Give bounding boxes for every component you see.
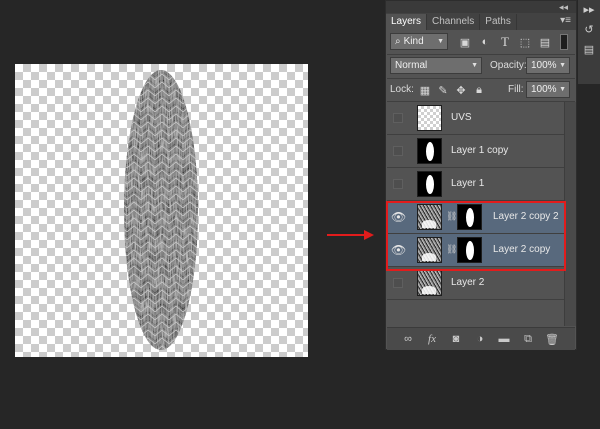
filter-kind-select[interactable]: ⌕ Kind ▼ [390,33,448,50]
layers-panel: ◂◂ Layers Channels Paths ▾≡ ⌕ Kind ▼ ▣ ◐… [385,0,577,350]
adjustment-filter-icon[interactable]: ◐ [478,35,492,49]
layer-thumbnail [417,105,442,131]
new-layer-icon[interactable]: ⧉ [521,332,535,346]
layer-row[interactable]: 👁︎ ⛓︎ Layer 2 copy 2 [387,201,564,234]
tab-channels[interactable]: Channels [427,14,481,30]
layer-thumbnail [417,270,442,296]
layer-name: Layer 2 copy 2 [493,211,559,222]
opacity-label: Opacity: [490,60,527,71]
canvas-document[interactable] [15,64,308,357]
layer-row[interactable]: Layer 1 copy [387,135,564,168]
smart-object-filter-icon[interactable]: ▤ [538,35,552,49]
image-filter-icon[interactable]: ▣ [458,35,472,49]
visibility-toggle[interactable] [393,113,403,123]
lock-row: Lock: ▦ ✎ ✥ 🔒︎ Fill: 100% ▼ [386,80,576,100]
panel-title-bar: ◂◂ [386,1,576,13]
layers-bottom-toolbar: ∞ fx ◙ ◑ ▬ ⧉ 🗑︎ [387,327,575,350]
fill-input[interactable]: 100% ▼ [526,81,570,98]
visibility-toggle[interactable] [393,146,403,156]
panel-tabs: Layers Channels Paths ▾≡ [386,13,576,30]
layers-list: UVS Layer 1 copy Layer 1 👁︎ ⛓︎ Layer 2 c… [387,102,564,326]
red-arrow-icon [327,230,374,240]
history-icon[interactable]: ↺ [582,22,596,36]
opacity-input[interactable]: 100% ▼ [526,57,570,74]
visibility-toggle[interactable] [393,179,403,189]
chevron-down-icon: ▼ [437,38,444,45]
collapsed-panel-strip: ▸▸ ↺ ▤ [578,0,600,84]
fx-icon[interactable]: fx [425,332,439,346]
chain-link-icon[interactable]: ⛓︎ [446,211,457,222]
layer-name: UVS [451,112,472,123]
adjustment-layer-icon[interactable]: ◑ [473,332,487,346]
layer-row[interactable]: Layer 2 [387,267,564,300]
layer-thumbnail [417,171,442,197]
layer-name: Layer 1 [451,178,485,189]
double-chevron-icon[interactable]: ◂◂ [559,1,568,13]
new-group-icon[interactable]: ▬ [497,332,511,346]
opacity-value: 100% [531,60,557,71]
chain-link-icon[interactable]: ⛓︎ [446,244,457,255]
layer-name: Layer 1 copy [451,145,509,156]
chevron-down-icon: ▼ [559,86,566,93]
layer-name: Layer 2 [451,277,485,288]
layer-mask-thumbnail[interactable] [457,237,482,263]
eye-icon[interactable]: 👁︎ [391,244,406,256]
chevron-down-icon: ▼ [471,62,478,69]
lock-image-icon[interactable]: ✎ [436,83,450,97]
blend-mode-value: Normal [395,60,428,71]
divider [387,78,575,79]
panel-menu-icon[interactable]: ▾≡ [560,15,571,26]
link-layers-icon[interactable]: ∞ [401,332,415,346]
chevron-down-icon: ▼ [559,62,566,69]
double-chevron-icon[interactable]: ▸▸ [582,2,596,16]
lock-position-icon[interactable]: ✥ [454,83,468,97]
add-mask-icon[interactable]: ◙ [449,332,463,346]
layer-mask-thumbnail[interactable] [457,204,482,230]
layer-name: Layer 2 copy [493,244,551,255]
properties-icon[interactable]: ▤ [582,42,596,56]
lock-label: Lock: [390,84,414,95]
feather-texture-artwork [124,70,198,350]
layer-row[interactable]: Layer 1 [387,168,564,201]
blend-mode-select[interactable]: Normal ▼ [390,57,482,74]
visibility-toggle[interactable] [393,278,403,288]
layer-row[interactable]: UVS [387,102,564,135]
layer-thumbnail [417,204,442,230]
tab-paths[interactable]: Paths [480,14,517,30]
search-icon: ⌕ [395,36,401,47]
filter-toggle-switch[interactable] [560,34,568,50]
lock-transparent-icon[interactable]: ▦ [418,83,432,97]
type-filter-icon[interactable]: T [498,34,512,49]
layers-scrollbar[interactable] [564,102,576,326]
eye-icon[interactable]: 👁︎ [391,211,406,223]
fill-label: Fill: [508,84,524,95]
layer-thumbnail [417,138,442,164]
tab-layers[interactable]: Layers [386,14,428,30]
filter-kind-label: Kind [403,36,424,47]
filter-row: ⌕ Kind ▼ ▣ ◐ T ⬚ ▤ [386,32,576,52]
shape-filter-icon[interactable]: ⬚ [518,35,532,49]
blend-row: Normal ▼ Opacity: 100% ▼ [386,56,576,76]
fill-value: 100% [531,84,557,95]
delete-icon[interactable]: 🗑︎ [545,332,559,346]
divider [387,54,575,55]
layer-row[interactable]: 👁︎ ⛓︎ Layer 2 copy [387,234,564,267]
lock-all-icon[interactable]: 🔒︎ [472,83,486,97]
layer-thumbnail [417,237,442,263]
